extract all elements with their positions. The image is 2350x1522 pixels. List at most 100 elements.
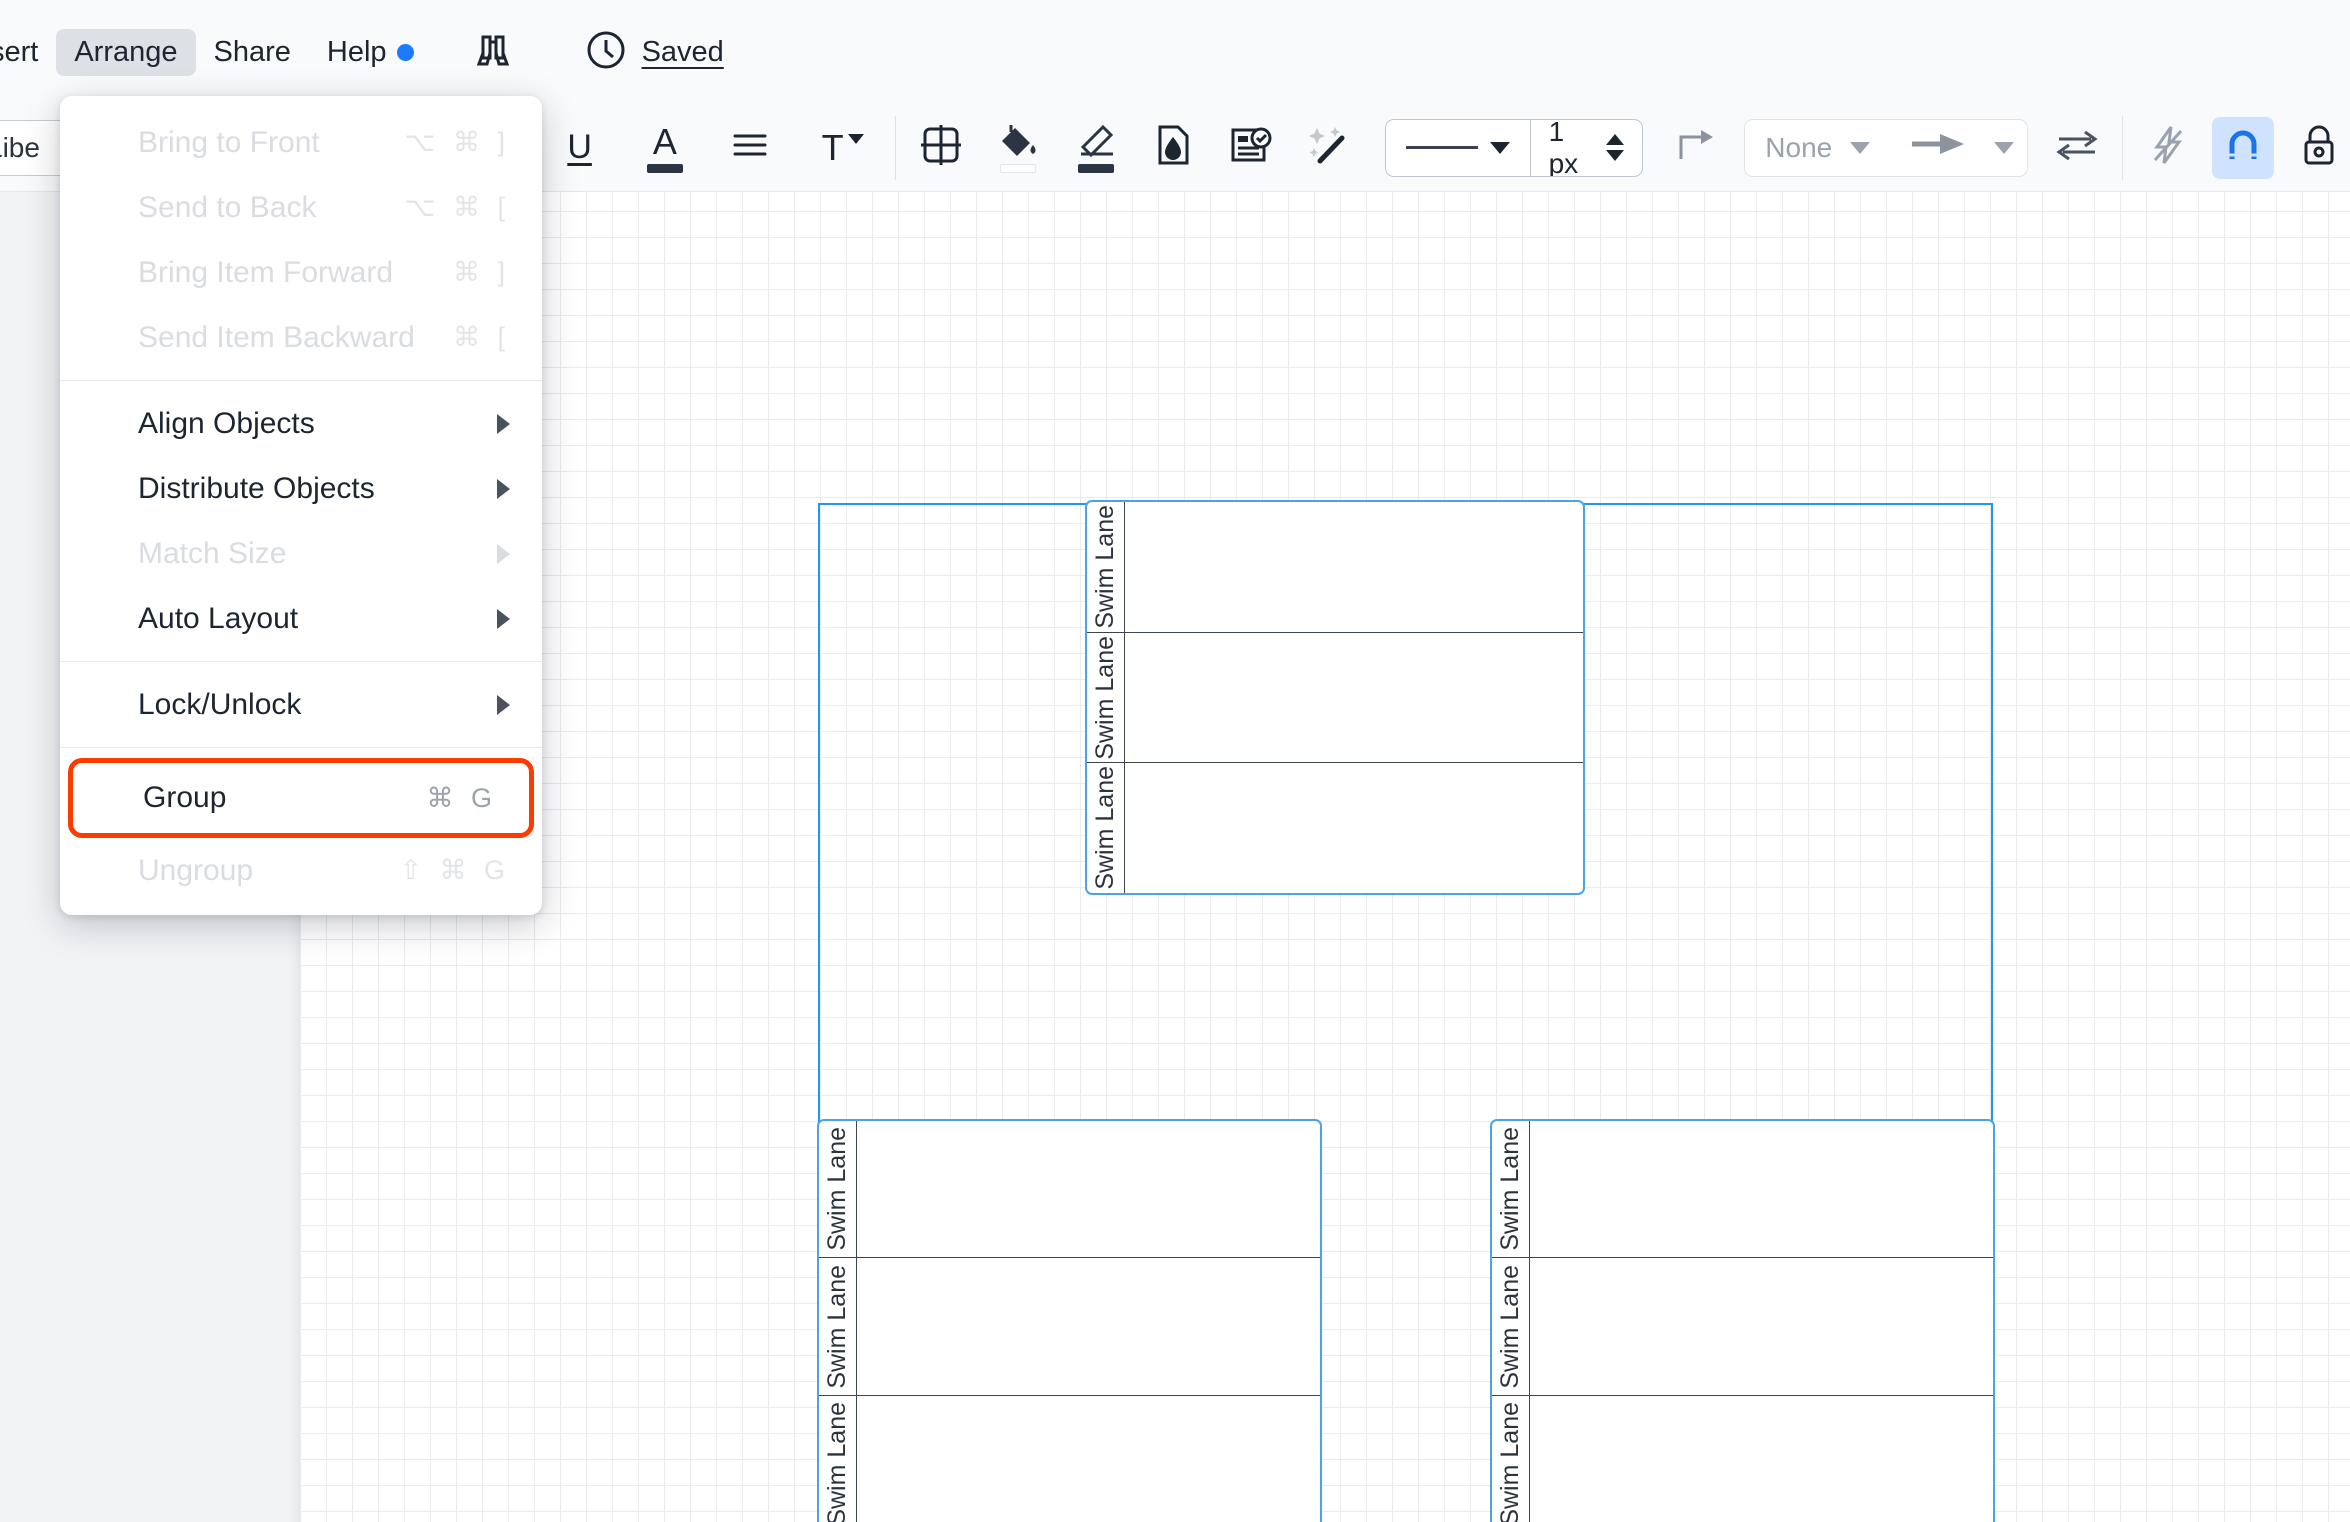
lightning-button[interactable] xyxy=(2137,117,2199,179)
menu-option-align-objects[interactable]: Align Objects xyxy=(60,391,542,456)
line-style-select[interactable] xyxy=(1386,120,1530,176)
lane-header[interactable]: Swim Lane xyxy=(819,1395,857,1522)
menu-item-insert[interactable]: sert xyxy=(0,29,56,76)
menu-option-label: Bring Item Forward xyxy=(138,255,394,289)
menu-separator xyxy=(60,661,542,662)
menu-option-group[interactable]: Group ⌘ G xyxy=(68,758,534,838)
line-width-stepper[interactable]: 1 px xyxy=(1531,120,1643,176)
chevron-down-icon xyxy=(847,133,864,162)
menu-option-shortcut: ⌘ G xyxy=(426,782,497,813)
lane-row[interactable]: Swim Lane xyxy=(1087,502,1583,633)
menu-option-bring-item-forward[interactable]: Bring Item Forward ⌘ ] xyxy=(60,240,542,305)
swimlane-top[interactable]: Swim Lane Swim Lane Swim Lane xyxy=(1085,500,1585,895)
lane-label: Swim Lane xyxy=(1091,505,1119,629)
binoculars-button[interactable] xyxy=(458,21,528,84)
menu-item-arrange[interactable]: Arrange xyxy=(56,28,196,76)
line-style-group[interactable]: 1 px xyxy=(1384,118,1644,177)
menu-option-bring-to-front[interactable]: Bring to Front ⌥ ⌘ ] xyxy=(60,110,542,175)
lane-row[interactable]: Swim Lane xyxy=(1492,1258,1993,1396)
line-type-button[interactable] xyxy=(1665,117,1727,179)
binoculars-icon xyxy=(470,27,516,78)
lane-body[interactable] xyxy=(1530,1258,1993,1394)
lane-header[interactable]: Swim Lane xyxy=(819,1121,857,1258)
menu-item-label: sert xyxy=(0,35,39,68)
menu-option-label: Send Item Backward xyxy=(138,320,415,354)
lane-label: Swim Lane xyxy=(1496,1401,1524,1522)
lane-row[interactable]: Swim Lane xyxy=(819,1258,1320,1396)
menu-item-share[interactable]: Share xyxy=(196,29,309,76)
swimlane-bottom-right[interactable]: Swim Lane Swim Lane Swim Lane xyxy=(1490,1119,1995,1522)
lane-row[interactable]: Swim Lane xyxy=(1492,1395,1993,1522)
menu-option-label: Distribute Objects xyxy=(138,471,375,505)
paint-bucket-icon xyxy=(997,123,1039,164)
menu-option-distribute-objects[interactable]: Distribute Objects xyxy=(60,456,542,521)
lane-header[interactable]: Swim Lane xyxy=(819,1258,857,1395)
menu-option-send-item-backward[interactable]: Send Item Backward ⌘ [ xyxy=(60,305,542,370)
saved-status-link[interactable]: Saved xyxy=(642,36,724,69)
chevron-down-icon xyxy=(1489,141,1510,154)
lane-row[interactable]: Swim Lane xyxy=(1492,1121,1993,1259)
text-align-button[interactable] xyxy=(719,117,781,179)
lane-body[interactable] xyxy=(1125,502,1583,632)
lane-label: Swim Lane xyxy=(1496,1127,1524,1251)
lane-header[interactable]: Swim Lane xyxy=(1492,1395,1530,1522)
line-color-button[interactable] xyxy=(1065,117,1127,179)
menu-bar[interactable]: sert Arrange Share Help xyxy=(0,0,2350,104)
menu-option-send-to-back[interactable]: Send to Back ⌥ ⌘ [ xyxy=(60,175,542,240)
lane-body[interactable] xyxy=(1125,633,1583,763)
stepper-arrows-icon[interactable] xyxy=(1606,134,1625,161)
magic-button[interactable] xyxy=(1297,117,1359,179)
lane-row[interactable]: Swim Lane xyxy=(819,1121,1320,1259)
position-icon xyxy=(920,124,962,171)
arrow-start-select[interactable]: None xyxy=(1745,120,1890,176)
snap-toggle-button[interactable] xyxy=(2212,116,2275,179)
menu-option-auto-layout[interactable]: Auto Layout xyxy=(60,586,542,651)
arrange-dropdown-menu[interactable]: Bring to Front ⌥ ⌘ ] Send to Back ⌥ ⌘ [ … xyxy=(60,96,542,915)
text-style-label: T xyxy=(821,126,844,168)
lane-body[interactable] xyxy=(1530,1396,1993,1522)
lane-header[interactable]: Swim Lane xyxy=(1087,502,1125,632)
menu-option-lock-unlock[interactable]: Lock/Unlock xyxy=(60,672,542,737)
lane-body[interactable] xyxy=(1530,1121,1993,1257)
lane-label: Swim Lane xyxy=(823,1401,851,1522)
lane-body[interactable] xyxy=(857,1396,1320,1522)
fill-color-button[interactable] xyxy=(987,117,1049,179)
text-style-button[interactable]: T xyxy=(805,117,881,179)
lane-header[interactable]: Swim Lane xyxy=(1492,1258,1530,1395)
chevron-right-icon xyxy=(497,413,510,434)
opacity-button[interactable] xyxy=(1142,117,1204,179)
lane-header[interactable]: Swim Lane xyxy=(1492,1121,1530,1258)
menu-option-ungroup[interactable]: Ungroup ⇧ ⌘ G xyxy=(60,838,542,903)
font-family-value: Libe xyxy=(0,131,40,163)
menu-option-label: Bring to Front xyxy=(138,125,320,159)
lane-row[interactable]: Swim Lane xyxy=(1087,763,1583,893)
line-style-preview xyxy=(1405,146,1478,149)
lane-body[interactable] xyxy=(1125,763,1583,893)
lane-body[interactable] xyxy=(857,1121,1320,1257)
font-color-button[interactable]: A xyxy=(634,117,696,179)
arrow-end-select[interactable] xyxy=(1890,120,2027,176)
lane-row[interactable]: Swim Lane xyxy=(819,1395,1320,1522)
menu-separator xyxy=(60,380,542,381)
version-history-button[interactable] xyxy=(584,28,628,77)
align-left-icon xyxy=(732,131,768,164)
line-width-value: 1 px xyxy=(1548,118,1579,177)
swap-arrows-button[interactable] xyxy=(2046,117,2108,179)
lane-label: Swim Lane xyxy=(823,1127,851,1251)
underline-button[interactable]: U xyxy=(549,117,611,179)
position-button[interactable] xyxy=(910,117,972,179)
canvas-page[interactable]: Swim Lane Swim Lane Swim Lane Swim Lane … xyxy=(300,192,2350,1522)
swimlane-bottom-left[interactable]: Swim Lane Swim Lane Swim Lane xyxy=(817,1119,1322,1522)
arrow-style-group[interactable]: None xyxy=(1744,118,2029,177)
lock-button[interactable] xyxy=(2288,117,2350,179)
lane-row[interactable]: Swim Lane xyxy=(1087,632,1583,764)
lane-header[interactable]: Swim Lane xyxy=(1087,632,1125,763)
comment-button[interactable] xyxy=(1220,117,1282,179)
lane-body[interactable] xyxy=(857,1258,1320,1394)
menu-item-help[interactable]: Help xyxy=(309,29,432,76)
pencil-icon xyxy=(1075,123,1117,164)
menu-option-match-size[interactable]: Match Size xyxy=(60,521,542,586)
lane-header[interactable]: Swim Lane xyxy=(1087,763,1125,893)
app-root: Swim Lane Swim Lane Swim Lane Swim Lane … xyxy=(0,0,2350,1522)
lane-label: Swim Lane xyxy=(1496,1264,1524,1389)
